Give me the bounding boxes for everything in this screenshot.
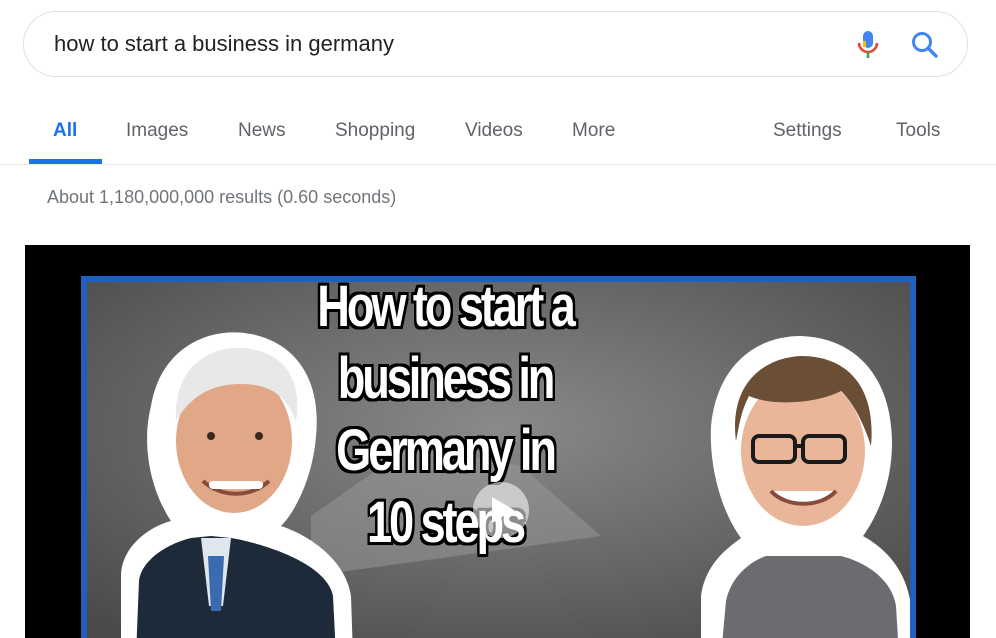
tab-settings[interactable]: Settings bbox=[773, 120, 842, 142]
tab-images[interactable]: Images bbox=[126, 120, 188, 142]
result-stats: About 1,180,000,000 results (0.60 second… bbox=[47, 187, 397, 207]
search-icon[interactable] bbox=[910, 30, 940, 60]
video-title-line: 10 steps bbox=[366, 490, 526, 555]
mic-icon[interactable] bbox=[854, 29, 882, 61]
play-button[interactable] bbox=[473, 482, 529, 538]
tab-more[interactable]: More bbox=[572, 120, 615, 142]
video-title-overlay: How to start a business in Germany in 10… bbox=[195, 271, 695, 631]
search-box[interactable] bbox=[23, 11, 968, 77]
video-title-line: How to start a bbox=[317, 274, 576, 339]
video-title-line: Germany in bbox=[336, 418, 557, 483]
search-tabs: All Images News Shopping Videos More Set… bbox=[0, 100, 996, 164]
tab-news[interactable]: News bbox=[238, 120, 286, 142]
tab-videos[interactable]: Videos bbox=[465, 120, 523, 142]
tab-all[interactable]: All bbox=[53, 120, 77, 142]
video-result[interactable]: How to start a business in Germany in 10… bbox=[25, 245, 970, 638]
video-title: How to start a business in Germany in 10… bbox=[250, 271, 640, 559]
tabs-divider bbox=[0, 164, 996, 165]
search-input[interactable] bbox=[54, 12, 844, 76]
tab-tools[interactable]: Tools bbox=[896, 120, 940, 142]
tab-shopping[interactable]: Shopping bbox=[335, 120, 415, 142]
video-title-line: business in bbox=[337, 346, 556, 411]
play-icon bbox=[492, 497, 514, 523]
